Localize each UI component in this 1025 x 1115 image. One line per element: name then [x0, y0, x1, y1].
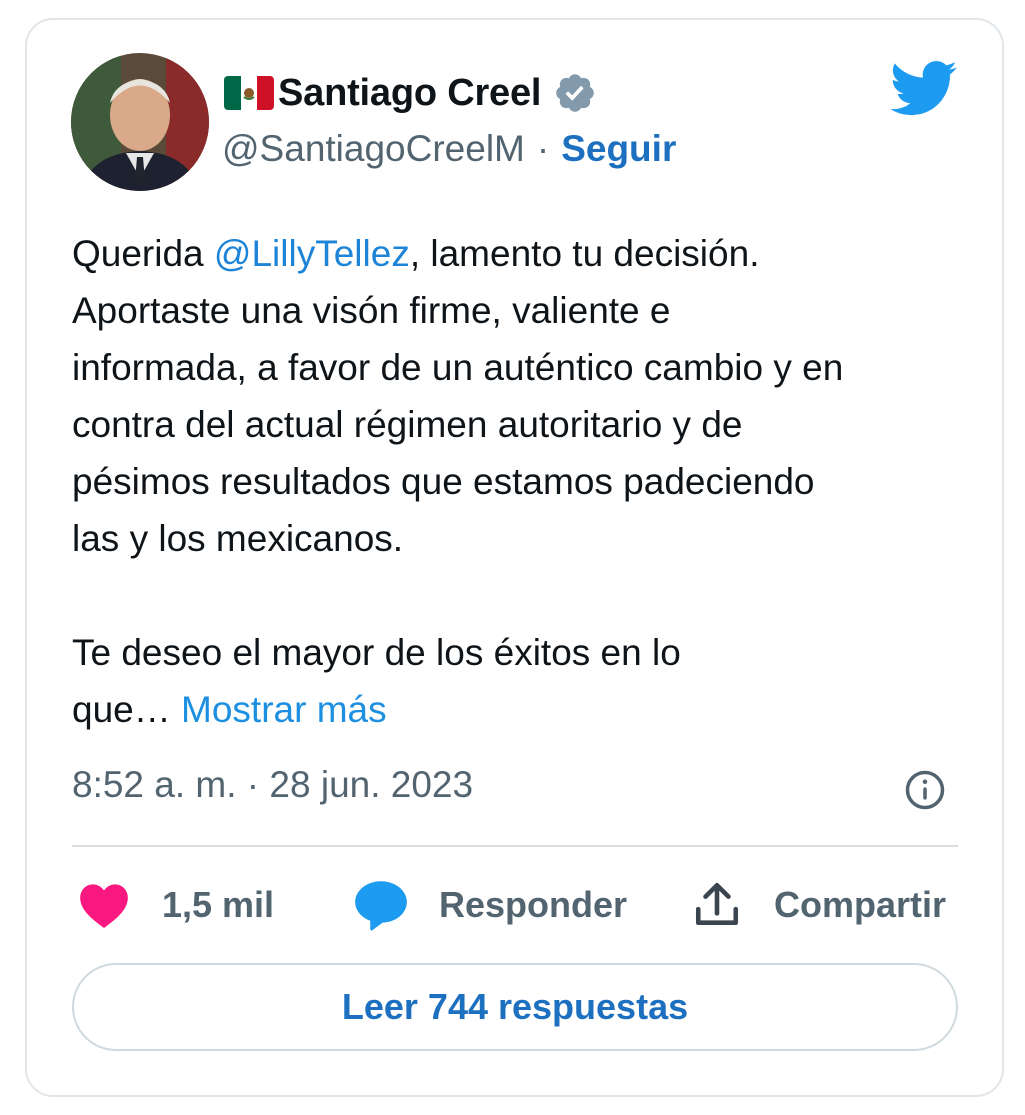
- share-label: Compartir: [774, 884, 947, 925]
- author-handle-row: @SantiagoCreelM · Seguir: [222, 128, 676, 170]
- divider: [72, 845, 958, 847]
- reply-label: Responder: [439, 884, 628, 925]
- info-icon[interactable]: [904, 769, 946, 811]
- mexico-flag-icon: [224, 76, 274, 110]
- verified-badge-icon: [556, 74, 595, 112]
- author-display-name[interactable]: Santiago Creel: [278, 72, 541, 115]
- share-button[interactable]: Compartir: [692, 873, 946, 937]
- follow-button[interactable]: Seguir: [561, 128, 676, 170]
- reply-button[interactable]: Responder: [353, 873, 627, 937]
- twitter-bird-icon[interactable]: [890, 60, 958, 118]
- author-name-row: Santiago Creel: [224, 68, 597, 118]
- tweet-text-body: , lamento tu decisión. Aportaste una vis…: [72, 233, 844, 730]
- avatar[interactable]: [71, 53, 209, 191]
- mention-link[interactable]: @LillyTellez: [214, 233, 410, 274]
- heart-icon: [80, 884, 128, 928]
- author-handle[interactable]: @SantiagoCreelM: [222, 128, 525, 170]
- tweet-text-prefix: Querida: [72, 233, 214, 274]
- separator-dot: ·: [536, 128, 550, 169]
- tweet-text: Querida @LillyTellez, lamento tu decisió…: [72, 225, 962, 738]
- show-more-link[interactable]: Mostrar más: [181, 689, 387, 730]
- read-replies-button[interactable]: Leer 744 respuestas: [72, 963, 958, 1051]
- reply-bubble-icon: [355, 881, 407, 931]
- like-count: 1,5 mil: [162, 884, 275, 925]
- like-button[interactable]: 1,5 mil: [78, 873, 274, 937]
- share-icon: [695, 882, 739, 925]
- tweet-timestamp[interactable]: 8:52 a. m. · 28 jun. 2023: [72, 764, 473, 806]
